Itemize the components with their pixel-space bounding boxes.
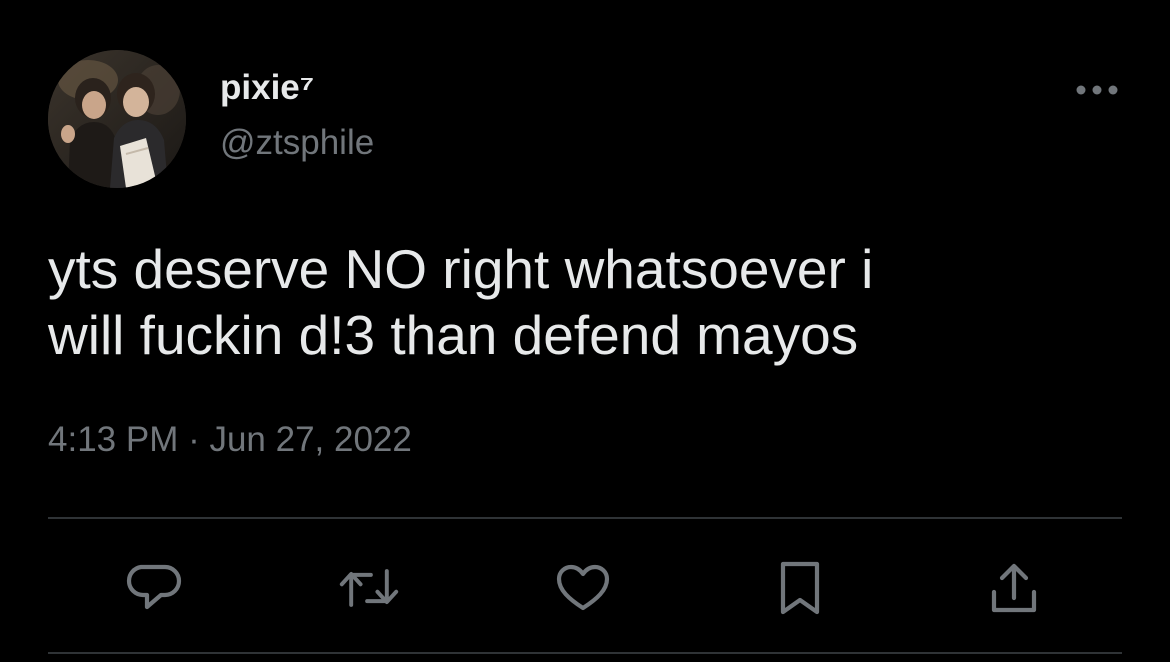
tweet-timestamp: 4:13 PM · Jun 27, 2022 xyxy=(48,418,412,462)
like-icon xyxy=(556,564,610,611)
tweet-detail: pixie⁷ @ztsphile yts deserve NO right wh… xyxy=(0,0,1170,662)
divider-top xyxy=(48,517,1122,519)
meta-separator: · xyxy=(178,420,210,459)
divider-bottom xyxy=(48,652,1122,654)
reply-icon xyxy=(126,564,182,610)
more-icon xyxy=(1076,85,1118,95)
bookmark-button[interactable] xyxy=(770,558,830,618)
tweet-time[interactable]: 4:13 PM xyxy=(48,420,178,459)
like-button[interactable] xyxy=(553,558,613,618)
share-button[interactable] xyxy=(984,558,1044,618)
more-options-button[interactable] xyxy=(1068,70,1126,110)
avatar[interactable] xyxy=(48,50,186,188)
username-handle[interactable]: @ztsphile xyxy=(220,121,374,165)
tweet-text: yts deserve NO right whatsoever i will f… xyxy=(48,238,874,366)
action-bar xyxy=(0,548,1170,628)
display-name[interactable]: pixie⁷ xyxy=(220,66,314,110)
bookmark-icon xyxy=(780,561,820,615)
reply-button[interactable] xyxy=(124,558,184,618)
avatar-photo xyxy=(48,50,186,188)
tweet-date[interactable]: Jun 27, 2022 xyxy=(209,420,411,459)
retweet-button[interactable] xyxy=(339,558,399,618)
retweet-icon xyxy=(339,569,399,607)
share-icon xyxy=(991,563,1037,613)
